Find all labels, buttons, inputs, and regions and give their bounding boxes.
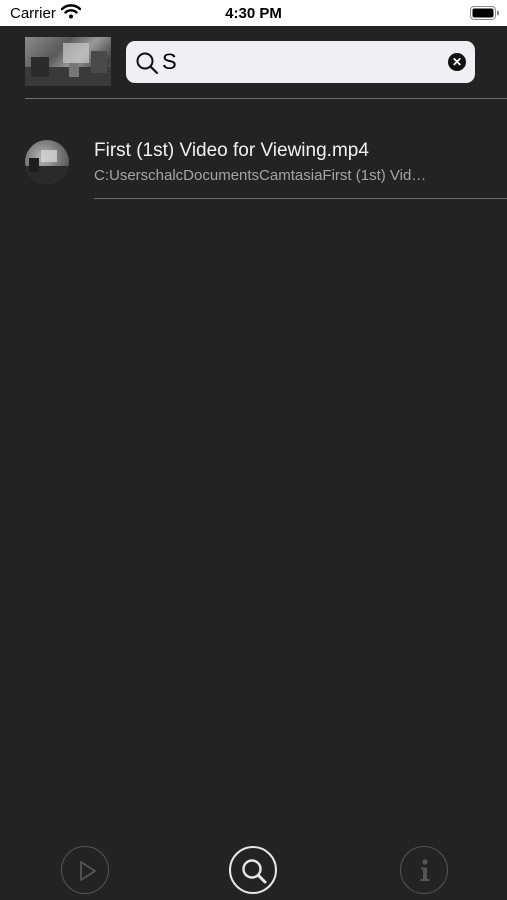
status-bar: Carrier 4:30 PM <box>0 0 507 26</box>
tab-play[interactable] <box>61 846 109 894</box>
item-divider <box>94 198 507 199</box>
item-path: C:UserschalcDocumentsCamtasiaFirst (1st)… <box>94 167 427 184</box>
info-icon <box>420 859 430 881</box>
clear-search-icon[interactable]: ✕ <box>448 53 466 71</box>
play-icon <box>80 861 96 881</box>
search-field[interactable] <box>126 41 475 83</box>
search-icon <box>242 859 267 884</box>
list-item[interactable]: First (1st) Video for Viewing.mp4 C:User… <box>0 118 507 200</box>
magnifier-icon <box>135 51 159 80</box>
tab-search[interactable] <box>229 846 277 894</box>
clock: 4:30 PM <box>225 5 282 22</box>
battery-icon <box>470 6 500 25</box>
tab-bar <box>0 840 507 900</box>
item-title: First (1st) Video for Viewing.mp4 <box>94 140 369 161</box>
header-divider <box>25 98 507 99</box>
tab-info[interactable] <box>400 846 448 894</box>
video-thumbnail <box>25 140 69 184</box>
header-thumbnail[interactable] <box>25 37 111 86</box>
search-input[interactable] <box>162 47 432 77</box>
